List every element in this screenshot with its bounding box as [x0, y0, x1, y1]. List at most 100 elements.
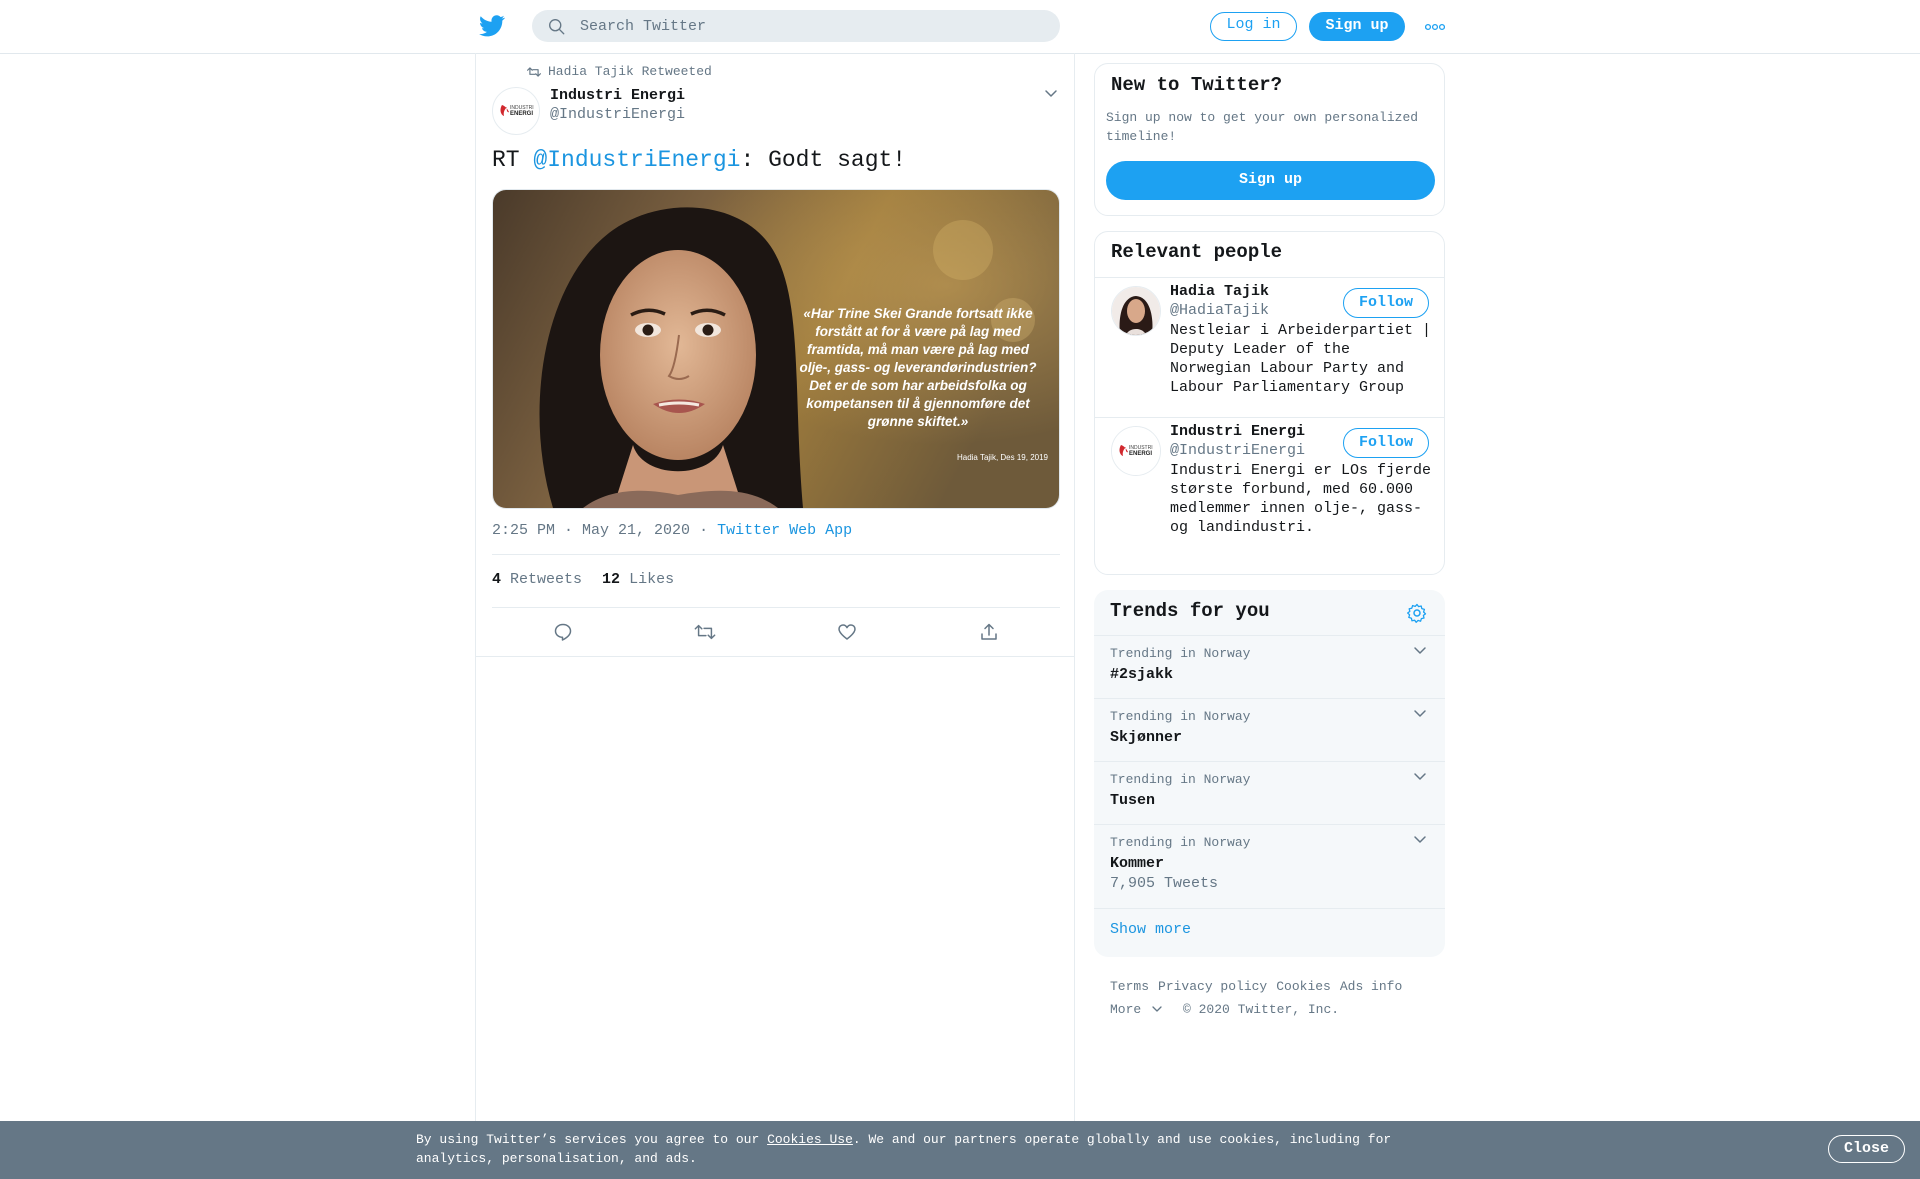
retweet-button[interactable]: [634, 608, 776, 656]
person-handle[interactable]: @HadiaTajik: [1170, 302, 1269, 319]
chevron-down-icon[interactable]: [1044, 89, 1058, 99]
likes-count: 12: [602, 571, 621, 588]
footer-link-terms[interactable]: Terms: [1110, 979, 1149, 994]
likes-label: Likes: [629, 571, 675, 588]
trends-title: Trends for you: [1110, 600, 1270, 622]
retweets-label: Retweets: [510, 571, 583, 588]
trend-item[interactable]: Trending in Norway Tusen: [1094, 761, 1445, 825]
tweet-source-link[interactable]: Twitter Web App: [717, 522, 852, 539]
log-in-button[interactable]: Log in: [1210, 12, 1297, 41]
quote-line-4: olje-, gass- og leverandørindustrien?: [799, 360, 1036, 375]
avatar[interactable]: [1111, 286, 1161, 336]
chevron-down-icon[interactable]: [1413, 772, 1427, 782]
person-handle[interactable]: @IndustriEnergi: [1170, 442, 1305, 459]
retweet-icon: [694, 622, 716, 642]
retweets-count: 4: [492, 571, 502, 588]
trend-name: Kommer: [1110, 855, 1165, 872]
gear-icon[interactable]: [1407, 603, 1427, 623]
new-to-twitter-card: New to Twitter? Sign up now to get your …: [1094, 63, 1445, 216]
tweet-text-suffix: : Godt sagt!: [740, 147, 907, 173]
svg-text:ENERGI: ENERGI: [510, 111, 533, 117]
search-box[interactable]: [532, 10, 1060, 42]
cookie-text-before: By using Twitter’s services you agree to…: [416, 1132, 768, 1147]
reply-icon: [553, 622, 573, 642]
quote-line-3: framtida, må man være på lag med: [807, 342, 1030, 357]
footer-link-cookies[interactable]: Cookies: [1276, 979, 1331, 994]
cookies-use-link[interactable]: Cookies Use: [767, 1132, 853, 1147]
footer-copyright: © 2020 Twitter, Inc.: [1183, 1002, 1340, 1017]
chevron-down-icon[interactable]: [1413, 646, 1427, 656]
trend-item[interactable]: Trending in Norway Kommer 7,905 Tweets: [1094, 824, 1445, 909]
footer-more-label: More: [1110, 1002, 1142, 1017]
tweet-actions: [492, 608, 1060, 656]
more-icon[interactable]: [1425, 23, 1445, 31]
quote-line-1: «Har Trine Skei Grande fortsatt ikke: [803, 306, 1033, 321]
trend-name: Tusen: [1110, 792, 1156, 809]
tweet-detail-column: Hadia Tajik Retweeted INDUSTRI ENERGI In…: [475, 53, 1075, 1179]
trend-tweet-count: 7,905 Tweets: [1110, 875, 1219, 892]
retweets-stat[interactable]: 4 Retweets: [492, 571, 582, 588]
tweet-image[interactable]: «Har Trine Skei Grande fortsatt ikke for…: [492, 189, 1060, 509]
retweet-small-icon: [527, 66, 541, 78]
trend-item[interactable]: Trending in Norway Skjønner: [1094, 698, 1445, 762]
trend-item[interactable]: Trending in Norway #2sjakk: [1094, 635, 1445, 699]
cookie-consent-bar: By using Twitter’s services you agree to…: [0, 1121, 1920, 1179]
trends-card: Trends for you Trending in Norway #2sjak…: [1094, 590, 1445, 957]
search-icon: [548, 18, 565, 35]
footer-link-ads-info[interactable]: Ads info: [1340, 979, 1402, 994]
follow-button[interactable]: Follow: [1343, 288, 1429, 318]
divider: [492, 554, 1060, 555]
footer-link-privacy[interactable]: Privacy policy: [1158, 979, 1267, 994]
chevron-down-icon: [1152, 1006, 1162, 1013]
like-button[interactable]: [776, 608, 918, 656]
person-name[interactable]: Industri Energi: [1170, 423, 1305, 440]
new-to-twitter-title: New to Twitter?: [1111, 74, 1283, 96]
twitter-bird-icon[interactable]: [479, 15, 505, 37]
show-more-row: Show more: [1094, 908, 1445, 957]
person-name[interactable]: Hadia Tajik: [1170, 283, 1269, 300]
quote-line-5: Det er de som har arbeidsfolka og: [809, 378, 1027, 393]
follow-button[interactable]: Follow: [1343, 428, 1429, 458]
reply-button[interactable]: [492, 608, 634, 656]
meta-separator: ·: [699, 522, 709, 539]
quote-line-7: grønne skiftet.»: [867, 414, 969, 429]
share-icon: [979, 622, 999, 642]
author-name[interactable]: Industri Energi: [550, 87, 685, 104]
trend-name: Skjønner: [1110, 729, 1183, 746]
tweet-timestamp-line: 2:25 PM · May 21, 2020 · Twitter Web App: [492, 522, 852, 539]
author-handle[interactable]: @IndustriEnergi: [550, 106, 685, 123]
person-hadia-tajik[interactable]: Hadia Tajik @HadiaTajik Follow Nestleiar…: [1095, 278, 1444, 418]
share-button[interactable]: [918, 608, 1060, 656]
person-bio: Industri Energi er LOs fjerde største fo…: [1170, 462, 1432, 536]
likes-stat[interactable]: 12 Likes: [602, 571, 674, 588]
search-input[interactable]: [580, 10, 1040, 42]
avatar[interactable]: INDUSTRI ENERGI: [1111, 426, 1161, 476]
mention-link[interactable]: @IndustriEnergi: [533, 147, 740, 173]
top-navigation-bar: Log in Sign up: [0, 0, 1920, 54]
tweet-text: RT @IndustriEnergi: Godt sagt!: [492, 147, 906, 173]
trend-context: Trending in Norway: [1110, 772, 1251, 787]
sign-up-button[interactable]: Sign up: [1309, 12, 1405, 41]
person-industri-energi[interactable]: INDUSTRI ENERGI Industri Energi @Industr…: [1095, 418, 1444, 574]
trend-context: Trending in Norway: [1110, 709, 1251, 724]
avatar[interactable]: INDUSTRI ENERGI: [492, 87, 540, 135]
relevant-people-title: Relevant people: [1111, 241, 1283, 263]
chevron-down-icon[interactable]: [1413, 709, 1427, 719]
show-more-link[interactable]: Show more: [1110, 921, 1191, 938]
footer-more-button[interactable]: More: [1110, 1002, 1171, 1017]
sidebar-sign-up-button[interactable]: Sign up: [1106, 161, 1435, 200]
cookie-close-button[interactable]: Close: [1828, 1135, 1905, 1163]
relevant-people-card: Relevant people Hadia Tajik @HadiaTajik …: [1094, 231, 1445, 575]
tweet-time[interactable]: 2:25 PM · May 21, 2020: [492, 522, 690, 539]
divider: [476, 656, 1075, 657]
cookie-consent-text: By using Twitter’s services you agree to…: [416, 1130, 1416, 1168]
trend-context: Trending in Norway: [1110, 835, 1251, 850]
retweet-context-label[interactable]: Hadia Tajik Retweeted: [548, 64, 712, 79]
tweet-text-prefix: RT: [492, 147, 534, 173]
retweet-context: Hadia Tajik Retweeted: [527, 64, 712, 79]
trend-name: #2sjakk: [1110, 666, 1174, 683]
tweet-stats: 4 Retweets 12 Likes: [492, 571, 674, 588]
quote-line-2: forstått at for å være på lag med: [815, 324, 1021, 339]
chevron-down-icon[interactable]: [1413, 835, 1427, 845]
footer-links: Terms Privacy policy Cookies Ads info More …: [1110, 975, 1440, 1021]
